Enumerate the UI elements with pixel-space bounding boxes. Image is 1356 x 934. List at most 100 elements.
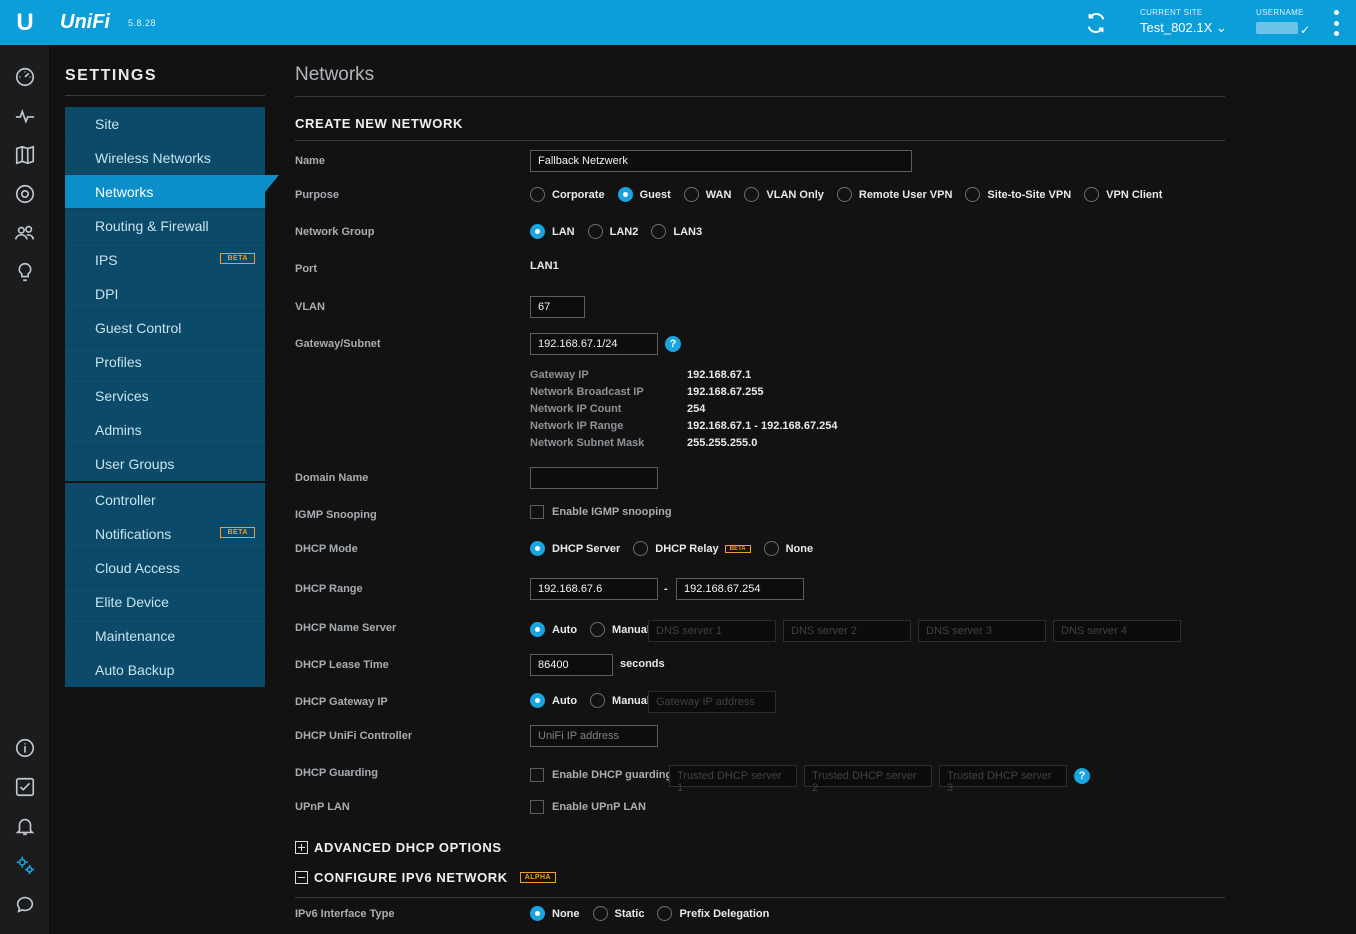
dhcp-mode-none[interactable]: None	[763, 541, 813, 556]
alpha-badge: ALPHA	[519, 872, 556, 883]
nav-item-routing-firewall[interactable]: Routing & Firewall	[65, 209, 265, 243]
current-site-name: Test_802.1X	[1140, 20, 1213, 35]
name-server-manual[interactable]: Manual	[590, 622, 650, 637]
ipv6-type-static[interactable]: Static	[592, 906, 644, 921]
dhcp-mode-relay[interactable]: DHCP Relay BETA	[633, 541, 751, 556]
section-title-create-network: CREATE NEW NETWORK	[295, 116, 463, 131]
nav-item-services[interactable]: Services	[65, 379, 265, 413]
domain-name-label: Domain Name	[295, 472, 369, 484]
unifi-brand: UniFi	[60, 11, 110, 33]
network-group-lan2[interactable]: LAN2	[587, 224, 638, 239]
trusted-dhcp-server-3-input[interactable]: Trusted DHCP server 3	[939, 765, 1067, 794]
more-menu-icon[interactable]	[1330, 10, 1342, 36]
nav-item-label: Elite Device	[95, 593, 169, 610]
nav-item-guest-control[interactable]: Guest Control	[65, 311, 265, 345]
gateway-subnet-input[interactable]: 192.168.67.1/24	[530, 333, 658, 355]
chat-icon[interactable]	[13, 892, 37, 916]
name-label: Name	[295, 155, 325, 167]
network-group-lan3[interactable]: LAN3	[651, 224, 702, 239]
nav-item-label: Controller	[95, 491, 156, 508]
insights-icon[interactable]	[13, 260, 37, 284]
vlan-input[interactable]: 67	[530, 296, 585, 318]
map-icon[interactable]	[13, 143, 37, 167]
dns-server-2-input[interactable]: DNS server 2	[783, 620, 911, 642]
network-group-lan[interactable]: LAN	[530, 224, 575, 239]
nav-item-dpi[interactable]: DPI	[65, 277, 265, 311]
nav-item-site[interactable]: Site	[65, 107, 265, 141]
dns-server-4-input[interactable]: DNS server 4	[1053, 620, 1181, 642]
dhcp-gateway-manual[interactable]: Manual	[590, 693, 650, 708]
nav-item-controller[interactable]: Controller	[65, 483, 265, 517]
nav-item-label: Site	[95, 115, 120, 132]
dhcp-mode-server[interactable]: DHCP Server	[530, 541, 620, 556]
nav-item-wireless-networks[interactable]: Wireless Networks	[65, 141, 265, 175]
help-icon[interactable]: ?	[665, 336, 681, 352]
upnp-lan-checkbox[interactable]: Enable UPnP LAN	[530, 800, 646, 814]
name-server-auto[interactable]: Auto	[530, 622, 577, 637]
configure-ipv6-toggle[interactable]: CONFIGURE IPV6 NETWORK ALPHA	[295, 870, 556, 885]
nav-item-auto-backup[interactable]: Auto Backup	[65, 653, 265, 687]
ubiquiti-logo[interactable]: U	[0, 0, 50, 45]
name-input[interactable]: Fallback Netzwerk	[530, 150, 912, 172]
unifi-controller-ip-input[interactable]: UniFi IP address	[530, 725, 658, 747]
nav-item-cloud-access[interactable]: Cloud Access	[65, 551, 265, 585]
ip-range-key: Network IP Range	[530, 420, 624, 432]
dashboard-icon[interactable]	[13, 65, 37, 89]
info-icon[interactable]	[13, 736, 37, 760]
beta-badge: BETA	[220, 253, 255, 264]
current-site-label: CURRENT SITE	[1140, 8, 1203, 17]
nav-item-label: IPS	[95, 251, 118, 268]
devices-icon[interactable]	[13, 182, 37, 206]
subnet-mask-value: 255.255.255.0	[687, 437, 758, 449]
purpose-option-corporate[interactable]: Corporate	[530, 187, 605, 202]
igmp-snooping-checkbox[interactable]: Enable IGMP snooping	[530, 505, 672, 519]
nav-item-maintenance[interactable]: Maintenance	[65, 619, 265, 653]
trusted-dhcp-server-1-input[interactable]: Trusted DHCP server 1	[669, 765, 797, 794]
dhcp-gateway-ip-input[interactable]: Gateway IP address	[648, 691, 776, 713]
nav-item-label: Routing & Firewall	[95, 217, 209, 234]
dhcp-range-end-input[interactable]: 192.168.67.254	[676, 578, 804, 600]
purpose-option-vpn-client[interactable]: VPN Client	[1084, 187, 1162, 202]
divider	[295, 140, 1225, 141]
gateway-ip-key: Gateway IP	[530, 369, 589, 381]
nav-item-profiles[interactable]: Profiles	[65, 345, 265, 379]
nav-item-networks[interactable]: Networks	[65, 175, 279, 209]
purpose-option-site-to-site-vpn[interactable]: Site-to-Site VPN	[965, 187, 1071, 202]
settings-icon[interactable]	[13, 853, 37, 877]
clients-icon[interactable]	[13, 221, 37, 245]
dhcp-range-start-input[interactable]: 192.168.67.6	[530, 578, 658, 600]
dns-server-1-input[interactable]: DNS server 1	[648, 620, 776, 642]
trusted-dhcp-server-2-input[interactable]: Trusted DHCP server 2	[804, 765, 932, 794]
alerts-icon[interactable]	[13, 814, 37, 838]
dhcp-guarding-checkbox[interactable]: Enable DHCP guarding	[530, 768, 672, 782]
refresh-icon[interactable]	[1083, 10, 1109, 36]
chevron-down-icon: ⌄	[1215, 20, 1227, 35]
ipv6-type-prefix-delegation[interactable]: Prefix Delegation	[657, 906, 769, 921]
dns-server-3-input[interactable]: DNS server 3	[918, 620, 1046, 642]
advanced-dhcp-options-toggle[interactable]: ADVANCED DHCP OPTIONS	[295, 840, 502, 855]
nav-item-label: User Groups	[95, 456, 175, 472]
purpose-option-guest[interactable]: Guest	[617, 187, 671, 202]
ipv6-type-none[interactable]: None	[530, 906, 580, 921]
user-menu[interactable]: USERNAME ✓	[1256, 8, 1310, 39]
statistics-icon[interactable]	[13, 104, 37, 128]
nav-item-admins[interactable]: Admins	[65, 413, 265, 447]
divider	[295, 897, 1225, 898]
help-icon[interactable]: ?	[1074, 768, 1090, 784]
nav-item-elite-device[interactable]: Elite Device	[65, 585, 265, 619]
purpose-option-vlan-only[interactable]: VLAN Only	[744, 187, 824, 202]
nav-item-user-groups[interactable]: User Groups	[65, 447, 265, 481]
domain-name-input[interactable]	[530, 467, 658, 489]
purpose-option-remote-user-vpn[interactable]: Remote User VPN	[836, 187, 952, 202]
ip-range-value: 192.168.67.1 - 192.168.67.254	[687, 420, 838, 432]
tasks-icon[interactable]	[13, 775, 37, 799]
nav-item-notifications[interactable]: Notifications BETA	[65, 517, 265, 551]
current-site-selector[interactable]: CURRENT SITE Test_802.1X ⌄	[1140, 8, 1227, 36]
ipv6-type-radio-group: None Static Prefix Delegation	[530, 906, 782, 921]
purpose-option-wan[interactable]: WAN	[683, 187, 731, 202]
dhcp-lease-time-input[interactable]: 86400	[530, 654, 613, 676]
igmp-snooping-label: IGMP Snooping	[295, 509, 377, 521]
dhcp-gateway-auto[interactable]: Auto	[530, 693, 577, 708]
dhcp-name-server-radio-group: Auto Manual	[530, 622, 663, 637]
nav-item-ips[interactable]: IPS BETA	[65, 243, 265, 277]
